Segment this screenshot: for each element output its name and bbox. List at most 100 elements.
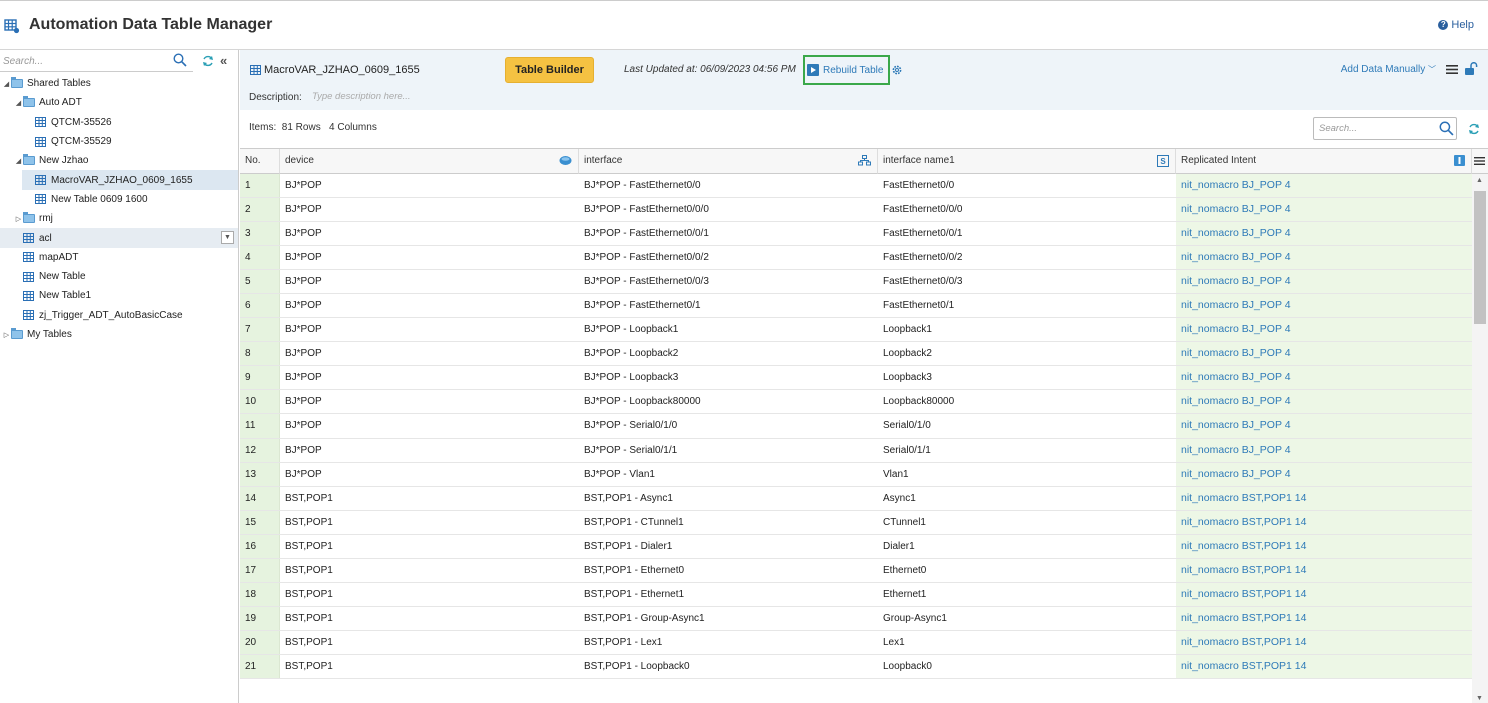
gear-icon[interactable] [891,64,903,76]
table-row[interactable]: 16 BST,POP1 BST,POP1 - Dialer1 Dialer1 nit_n… [240,534,1472,559]
tree-table-macrovar-jzhao[interactable]: MacroVAR_JZHAO_0609_1655 [22,170,238,190]
interface-cell: BJ*POP - Loopback1 [584,324,679,336]
help-link[interactable]: ? Help [1438,19,1474,31]
table-row[interactable]: 11 BJ*POP BJ*POP - Serial0/1/0 Serial0/1/0 n… [240,414,1472,439]
search-icon[interactable] [1439,121,1454,136]
replicated-intent-cell[interactable]: nit_nomacro BJ_POP 4 [1176,414,1472,438]
device-cell: BST,POP1 [285,660,333,672]
replicated-intent-cell[interactable]: nit_nomacro BJ_POP 4 [1176,294,1472,318]
replicated-intent-cell[interactable]: nit_nomacro BJ_POP 4 [1176,438,1472,462]
replicated-intent-cell[interactable]: nit_nomacro BJ_POP 4 [1176,174,1472,198]
main-panel: MacroVAR_JZHAO_0609_1655 Table Builder L… [240,50,1488,703]
folder-icon [23,96,35,108]
tree-table-zj-trigger[interactable]: zj_Trigger_ADT_AutoBasicCase [0,306,238,325]
table-row[interactable]: 19 BST,POP1 BST,POP1 - Group-Async1 Group-A… [240,606,1472,631]
replicated-intent-cell[interactable]: nit_nomacro BJ_POP 4 [1176,222,1472,246]
table-row[interactable]: 20 BST,POP1 BST,POP1 - Lex1 Lex1 nit_nomacro… [240,630,1472,655]
collapse-sidebar-icon[interactable]: « [220,53,227,68]
replicated-intent-cell[interactable]: nit_nomacro BJ_POP 4 [1176,390,1472,414]
replicated-intent-cell[interactable]: nit_nomacro BST,POP1 14 [1176,582,1472,606]
replicated-intent-cell[interactable]: nit_nomacro BJ_POP 4 [1176,246,1472,270]
row-number: 4 [240,246,280,270]
replicated-intent-cell[interactable]: nit_nomacro BJ_POP 4 [1176,198,1472,222]
tree-table-mapadt[interactable]: mapADT [0,248,238,267]
replicated-intent-cell[interactable]: nit_nomacro BST,POP1 14 [1176,606,1472,630]
tree-table-new-table[interactable]: New Table [0,267,238,286]
table-icon [35,117,46,128]
device-cell: BJ*POP [285,372,322,384]
expand-arrow-icon[interactable]: ◢ [2,80,11,88]
tree-table-acl[interactable]: acl ▼ [0,228,238,248]
table-builder-button[interactable]: Table Builder [505,57,594,83]
table-row[interactable]: 6 BJ*POP BJ*POP - FastEthernet0/1 FastEther… [240,294,1472,319]
replicated-intent-cell[interactable]: nit_nomacro BST,POP1 14 [1176,630,1472,654]
tree-table-qtcm-35526[interactable]: QTCM-35526 [0,113,238,132]
replicated-intent-cell[interactable]: nit_nomacro BJ_POP 4 [1176,342,1472,366]
table-row[interactable]: 12 BJ*POP BJ*POP - Serial0/1/1 Serial0/1/1 n… [240,438,1472,463]
expand-arrow-icon[interactable]: ◢ [14,157,23,165]
replicated-intent-cell[interactable]: nit_nomacro BJ_POP 4 [1176,318,1472,342]
table-row[interactable]: 14 BST,POP1 BST,POP1 - Async1 Async1 nit_nom… [240,486,1472,511]
collapse-arrow-icon[interactable]: ▷ [14,215,23,223]
scroll-thumb[interactable] [1474,191,1486,324]
interface-cell: BST,POP1 - Async1 [584,492,673,504]
column-menu[interactable] [1472,149,1488,174]
table-row[interactable]: 2 BJ*POP BJ*POP - FastEthernet0/0/0 FastEth… [240,198,1472,223]
table-row[interactable]: 10 BJ*POP BJ*POP - Loopback80000 Loopback80… [240,390,1472,415]
column-header-interface[interactable]: interface [579,149,878,174]
tree-table-qtcm-35529[interactable]: QTCM-35529 [0,132,238,151]
column-header-replicated-intent[interactable]: Replicated Intent [1176,149,1472,174]
table-icon [23,233,34,244]
grid-search-input[interactable]: Search... [1313,117,1457,140]
table-row[interactable]: 13 BJ*POP BJ*POP - Vlan1 Vlan1 nit_nomacro B… [240,462,1472,487]
scroll-up-icon[interactable]: ▲ [1476,177,1483,184]
replicated-intent-cell[interactable]: nit_nomacro BST,POP1 14 [1176,654,1472,678]
column-header-device[interactable]: device [280,149,579,174]
tree-folder-my-tables[interactable]: ▷ My Tables [0,325,238,344]
replicated-intent-cell[interactable]: nit_nomacro BJ_POP 4 [1176,366,1472,390]
menu-icon[interactable] [1446,64,1458,75]
add-data-manually-dropdown[interactable]: Add Data Manually ﹀ [1341,64,1436,75]
tree-table-new-table1[interactable]: New Table1 [0,286,238,305]
table-row[interactable]: 21 BST,POP1 BST,POP1 - Loopback0 Loopback0 n… [240,654,1472,679]
tree-folder-auto-adt[interactable]: ◢ Auto ADT [0,93,238,112]
table-row[interactable]: 3 BJ*POP BJ*POP - FastEthernet0/0/1 FastEth… [240,222,1472,247]
replicated-intent-cell[interactable]: nit_nomacro BST,POP1 14 [1176,558,1472,582]
tree-folder-shared-tables[interactable]: ◢ Shared Tables [0,74,238,93]
interface-name-cell: FastEthernet0/0 [883,180,955,191]
table-row[interactable]: 18 BST,POP1 BST,POP1 - Ethernet1 Ethernet1 n… [240,582,1472,607]
table-row[interactable]: 7 BJ*POP BJ*POP - Loopback1 Loopback1 nit_no… [240,318,1472,343]
replicated-intent-cell[interactable]: nit_nomacro BJ_POP 4 [1176,462,1472,486]
table-row[interactable]: 8 BJ*POP BJ*POP - Loopback2 Loopback2 nit_no… [240,342,1472,367]
tree-folder-new-jzhao[interactable]: ◢ New Jzhao [0,151,238,170]
unlock-icon[interactable] [1465,62,1478,76]
table-row[interactable]: 5 BJ*POP BJ*POP - FastEthernet0/0/3 FastEth… [240,270,1472,295]
replicated-intent-cell[interactable]: nit_nomacro BJ_POP 4 [1176,270,1472,294]
chevron-down-icon[interactable]: ▼ [221,231,234,245]
tree-folder-rmj[interactable]: ▷ rmj [0,209,238,228]
device-type-icon [559,156,572,165]
refresh-icon[interactable] [1468,123,1480,135]
column-header-no[interactable]: No. [240,149,280,174]
replicated-intent-cell[interactable]: nit_nomacro BST,POP1 14 [1176,534,1472,558]
vertical-scrollbar[interactable]: ▲ ▼ [1472,174,1488,703]
collapse-arrow-icon[interactable]: ▷ [2,331,11,339]
replicated-intent-cell[interactable]: nit_nomacro BST,POP1 14 [1176,486,1472,510]
table-row[interactable]: 1 BJ*POP BJ*POP - FastEthernet0/0 FastEther… [240,174,1472,199]
sidebar-search-input[interactable] [0,52,193,72]
table-row[interactable]: 9 BJ*POP BJ*POP - Loopback3 Loopback3 nit_no… [240,366,1472,391]
replicated-intent-cell[interactable]: nit_nomacro BST,POP1 14 [1176,510,1472,534]
rebuild-table-button[interactable]: Rebuild Table [803,55,890,85]
table-row[interactable]: 17 BST,POP1 BST,POP1 - Ethernet0 Ethernet0 n… [240,558,1472,583]
device-cell: BJ*POP [285,444,322,456]
table-row[interactable]: 15 BST,POP1 BST,POP1 - CTunnel1 CTunnel1 nit… [240,510,1472,535]
search-icon[interactable] [173,53,187,67]
tree-table-new-table-0609[interactable]: New Table 0609 1600 [0,190,238,209]
refresh-icon[interactable] [202,55,214,67]
table-row[interactable]: 4 BJ*POP BJ*POP - FastEthernet0/0/2 FastEth… [240,246,1472,271]
column-header-interface-name1[interactable]: interface name1 S [878,149,1176,174]
description-input[interactable]: Type description here... [312,91,411,102]
expand-arrow-icon[interactable]: ◢ [14,99,23,107]
row-number: 3 [240,222,280,246]
scroll-down-icon[interactable]: ▼ [1476,695,1483,702]
